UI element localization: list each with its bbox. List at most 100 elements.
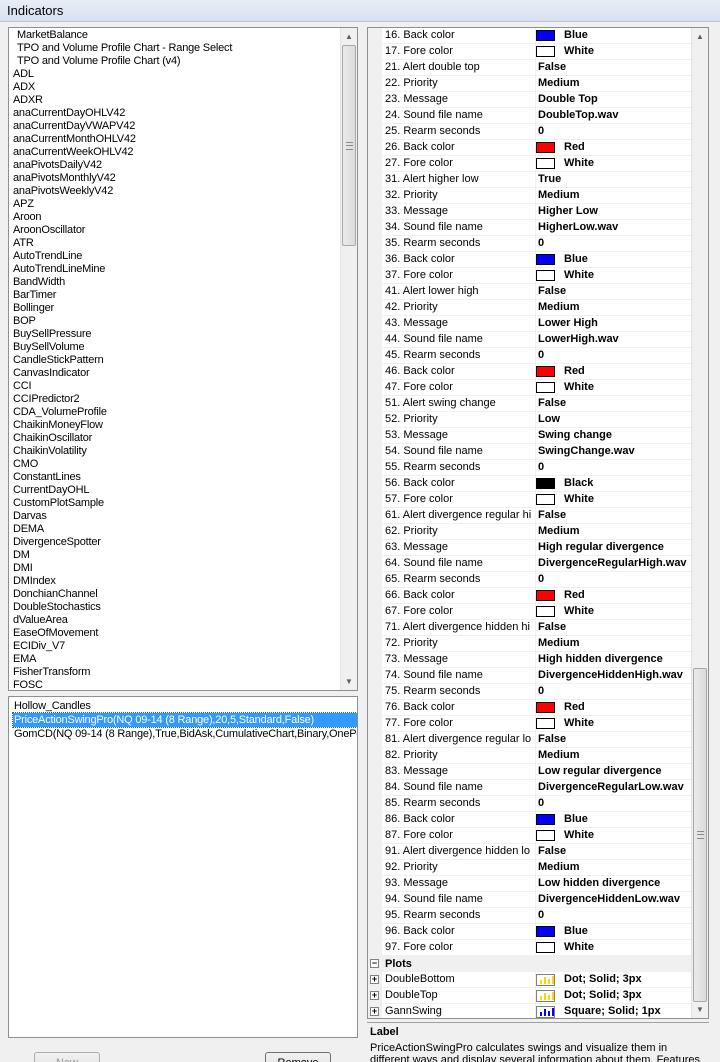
property-row[interactable]: 37. Fore color White [368,268,692,284]
property-row[interactable]: 92. Priority Medium [368,860,692,876]
indicator-list-item[interactable]: DMI [13,562,339,575]
property-value[interactable]: Low regular divergence [538,764,661,779]
property-row[interactable]: 35. Rearm seconds 0 [368,236,692,252]
property-value[interactable]: False [538,844,566,859]
property-row[interactable]: 71. Alert divergence hidden hi False [368,620,692,636]
property-value[interactable]: Blue [564,924,588,939]
expand-icon[interactable]: + [370,975,379,984]
property-value[interactable]: Medium [538,860,580,875]
property-row[interactable]: 57. Fore color White [368,492,692,508]
property-value[interactable]: Red [564,588,585,603]
property-value[interactable]: True [538,172,561,187]
property-value[interactable]: Red [564,364,585,379]
plot-value[interactable]: Dot; Solid; 3px [564,988,642,1003]
remove-button[interactable]: Remove [265,1052,331,1062]
property-value[interactable]: Higher Low [538,204,598,219]
property-value[interactable]: White [564,156,594,171]
property-row[interactable]: 77. Fore color White [368,716,692,732]
indicator-list-item[interactable]: CCI [13,380,339,393]
property-value[interactable]: DivergenceRegularHigh.wav [538,556,687,571]
applied-indicators-list[interactable]: Hollow_Candles PriceActionSwingPro(NQ 09-… [8,696,358,1038]
property-value[interactable]: Low [538,412,560,427]
property-value[interactable]: Low hidden divergence [538,876,660,891]
property-value[interactable]: Blue [564,812,588,827]
indicator-list-item[interactable]: CustomPlotSample [13,497,339,510]
property-value[interactable]: Medium [538,636,580,651]
indicator-list-item[interactable]: DMIndex [13,575,339,588]
indicator-list-item[interactable]: TPO and Volume Profile Chart - Range Sel… [13,42,339,55]
indicator-list-item[interactable]: APZ [13,198,339,211]
indicator-list-item[interactable]: ADXR [13,94,339,107]
property-row[interactable]: 33. Message Higher Low [368,204,692,220]
property-value[interactable]: DivergenceHiddenLow.wav [538,892,680,907]
plot-row[interactable]: + GannSwing Square; Solid; 1px [368,1004,692,1018]
property-value[interactable]: False [538,284,566,299]
property-row[interactable]: 62. Priority Medium [368,524,692,540]
property-row[interactable]: 61. Alert divergence regular hi False [368,508,692,524]
property-row[interactable]: 86. Back color Blue [368,812,692,828]
property-value[interactable]: SwingChange.wav [538,444,635,459]
property-row[interactable]: 81. Alert divergence regular lo False [368,732,692,748]
property-value[interactable]: High hidden divergence [538,652,663,667]
applied-indicator-item[interactable]: GomCD(NQ 09-14 (8 Range),True,BidAsk,Cum… [13,727,357,741]
indicator-list-item[interactable]: CCIPredictor2 [13,393,339,406]
scroll-thumb[interactable] [693,668,707,1002]
indicator-list-item[interactable]: ChaikinOscillator [13,432,339,445]
property-row[interactable]: 54. Sound file name SwingChange.wav [368,444,692,460]
property-row[interactable]: 44. Sound file name LowerHigh.wav [368,332,692,348]
plot-value[interactable]: Dot; Solid; 3px [564,972,642,987]
indicator-list-item[interactable]: ChaikinMoneyFlow [13,419,339,432]
plot-row[interactable]: + DoubleBottom Dot; Solid; 3px [368,972,692,988]
indicator-list-item[interactable]: BandWidth [13,276,339,289]
property-row[interactable]: 51. Alert swing change False [368,396,692,412]
property-row[interactable]: 26. Back color Red [368,140,692,156]
property-value[interactable]: Black [564,476,593,491]
property-row[interactable]: 27. Fore color White [368,156,692,172]
indicator-list-item[interactable]: CanvasIndicator [13,367,339,380]
property-row[interactable]: 52. Priority Low [368,412,692,428]
property-value[interactable]: Medium [538,300,580,315]
indicator-list-item[interactable]: TPO and Volume Profile Chart (v4) [13,55,339,68]
property-row[interactable]: 67. Fore color White [368,604,692,620]
property-row[interactable]: 66. Back color Red [368,588,692,604]
property-row[interactable]: 83. Message Low regular divergence [368,764,692,780]
property-row[interactable]: 93. Message Low hidden divergence [368,876,692,892]
indicator-list-item[interactable]: CMO [13,458,339,471]
property-row[interactable]: 64. Sound file name DivergenceRegularHigh… [368,556,692,572]
property-value[interactable]: White [564,940,594,955]
property-value[interactable]: False [538,60,566,75]
indicator-list-item[interactable]: anaCurrentMonthOHLV42 [13,133,339,146]
property-value[interactable]: White [564,492,594,507]
property-value[interactable]: White [564,716,594,731]
property-row[interactable]: 74. Sound file name DivergenceHiddenHigh.… [368,668,692,684]
property-value[interactable]: Blue [564,28,588,43]
indicator-list-item[interactable]: BuySellVolume [13,341,339,354]
indicator-list-item[interactable]: CurrentDayOHL [13,484,339,497]
indicator-list-item[interactable]: DM [13,549,339,562]
property-row[interactable]: 63. Message High regular divergence [368,540,692,556]
applied-indicator-item[interactable]: Hollow_Candles [13,699,357,713]
property-row[interactable]: 23. Message Double Top [368,92,692,108]
property-value[interactable]: White [564,44,594,59]
indicator-list-item[interactable]: EaseOfMovement [13,627,339,640]
property-value[interactable]: Medium [538,76,580,91]
property-row[interactable]: 25. Rearm seconds 0 [368,124,692,140]
plot-value[interactable]: Square; Solid; 1px [564,1004,661,1018]
scroll-down-icon[interactable]: ▼ [692,1001,708,1018]
property-value[interactable]: Red [564,140,585,155]
indicator-list-item[interactable]: Aroon [13,211,339,224]
indicator-list-item[interactable]: ECIDiv_V7 [13,640,339,653]
collapse-icon[interactable]: − [370,959,379,968]
property-value[interactable]: DivergenceHiddenHigh.wav [538,668,683,683]
indicator-list-item[interactable]: anaPivotsWeeklyV42 [13,185,339,198]
property-row[interactable]: 16. Back color Blue [368,28,692,44]
property-grid[interactable]: 16. Back color Blue 17. Fore color White 21.… [367,27,709,1019]
indicator-list-item[interactable]: anaCurrentWeekOHLV42 [13,146,339,159]
property-value[interactable]: High regular divergence [538,540,664,555]
property-value[interactable]: 0 [538,236,544,251]
applied-indicator-item[interactable]: PriceActionSwingPro(NQ 09-14 (8 Range),2… [12,712,357,728]
property-row[interactable]: 24. Sound file name DoubleTop.wav [368,108,692,124]
indicator-list-item[interactable]: ChaikinVolatility [13,445,339,458]
property-row[interactable]: 84. Sound file name DivergenceRegularLow.… [368,780,692,796]
property-row[interactable]: 53. Message Swing change [368,428,692,444]
